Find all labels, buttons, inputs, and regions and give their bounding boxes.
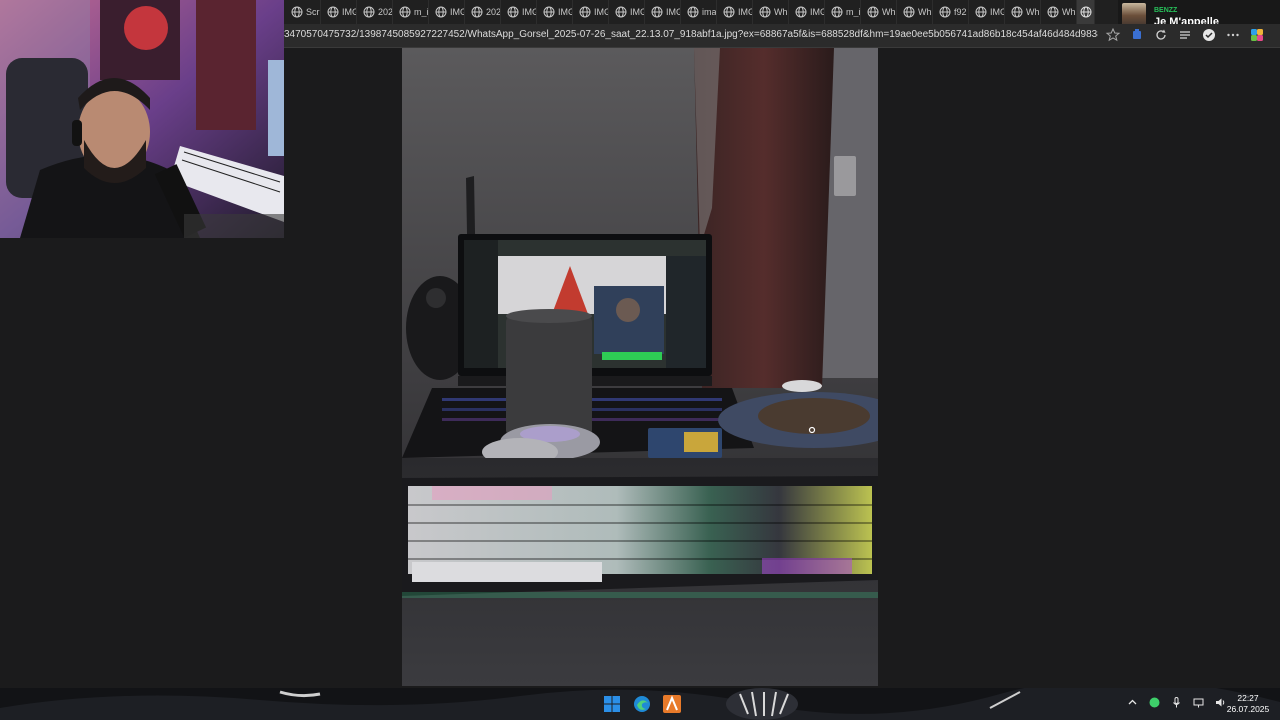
browser-tab[interactable]: Scr: [285, 0, 321, 24]
globe-icon: [867, 6, 879, 18]
globe-icon: [903, 6, 915, 18]
browser-tab[interactable]: Wh: [1041, 0, 1077, 24]
browser-tab[interactable]: 202: [357, 0, 393, 24]
tab-label: ima: [702, 7, 716, 17]
star-icon[interactable]: [1104, 26, 1122, 44]
tab-label: IMG: [342, 7, 356, 17]
app-icon[interactable]: [660, 692, 684, 716]
browser-tab[interactable]: m_i: [825, 0, 861, 24]
globe-icon: [939, 6, 951, 18]
tab-label: IMG: [810, 7, 824, 17]
browser-tab[interactable]: IMG: [501, 0, 537, 24]
tab-label: Wh: [1062, 7, 1076, 17]
tab-label: IMG: [666, 7, 680, 17]
globe-icon: [1080, 6, 1092, 18]
globe-icon: [1011, 6, 1023, 18]
browser-tab[interactable]: Wh: [897, 0, 933, 24]
globe-icon: [687, 6, 699, 18]
edge-icon[interactable]: [630, 692, 654, 716]
globe-icon: [615, 6, 627, 18]
status-dot-icon[interactable]: [1148, 696, 1161, 709]
shield-icon[interactable]: [1200, 26, 1218, 44]
tab-label: IMG: [990, 7, 1004, 17]
browser-tab[interactable]: IMG: [321, 0, 357, 24]
globe-icon: [471, 6, 483, 18]
globe-icon: [1047, 6, 1059, 18]
tab-label: f92: [954, 7, 967, 17]
extension-icon[interactable]: [1128, 26, 1146, 44]
globe-icon: [723, 6, 735, 18]
tab-label: IMG: [558, 7, 572, 17]
collections-icon[interactable]: [1176, 26, 1194, 44]
globe-icon: [507, 6, 519, 18]
globe-icon: [975, 6, 987, 18]
tab-label: IMG: [630, 7, 644, 17]
globe-icon: [291, 6, 303, 18]
tab-label: m_i: [414, 7, 428, 17]
browser-tab[interactable]: m_i: [393, 0, 429, 24]
network-icon[interactable]: [1192, 696, 1205, 709]
browser-tab[interactable]: 202: [465, 0, 501, 24]
browser-tab[interactable]: IMG: [789, 0, 825, 24]
url-text[interactable]: 3470570475732/1398745085927227452/WhatsA…: [284, 29, 1098, 40]
tab-label: Wh: [774, 7, 788, 17]
tab-label: 202: [378, 7, 392, 17]
taskbar: 22:27 26.07.2025: [0, 688, 1280, 720]
now-playing-artist: BENZZ: [1154, 6, 1178, 14]
browser-tab[interactable]: IMG: [609, 0, 645, 24]
tab-list: Scr IMG 202 m_i IMG 202 IMG IMG IMG IMG IMG ima IMG W…: [285, 0, 1095, 24]
globe-icon: [795, 6, 807, 18]
tab-label: IMG: [450, 7, 464, 17]
globe-icon: [831, 6, 843, 18]
browser-tab[interactable]: IMG: [969, 0, 1005, 24]
browser-tab[interactable]: IMG: [537, 0, 573, 24]
taskbar-apps: [600, 692, 684, 716]
active-tab[interactable]: [1077, 0, 1095, 24]
tab-label: IMG: [738, 7, 752, 17]
chevron-up-icon[interactable]: [1126, 696, 1139, 709]
globe-icon: [543, 6, 555, 18]
globe-icon: [435, 6, 447, 18]
browser-tab[interactable]: f92: [933, 0, 969, 24]
browser-tab[interactable]: IMG: [645, 0, 681, 24]
desk-photo[interactable]: [402, 48, 878, 686]
tab-label: Wh: [1026, 7, 1040, 17]
globe-icon: [759, 6, 771, 18]
tab-label: m_i: [846, 7, 860, 17]
clock-date: 26.07.2025: [1226, 704, 1270, 714]
globe-icon: [399, 6, 411, 18]
more-icon[interactable]: [1224, 26, 1242, 44]
tab-label: Scr: [306, 7, 320, 17]
browser-tab[interactable]: Wh: [1005, 0, 1041, 24]
copilot-icon[interactable]: [1248, 26, 1266, 44]
tab-label: Wh: [882, 7, 896, 17]
globe-icon: [327, 6, 339, 18]
microphone-icon[interactable]: [1170, 696, 1183, 709]
browser-tab[interactable]: IMG: [573, 0, 609, 24]
tab-label: IMG: [594, 7, 608, 17]
tab-label: IMG: [522, 7, 536, 17]
tab-label: Wh: [918, 7, 932, 17]
browser-tab[interactable]: IMG: [429, 0, 465, 24]
globe-icon: [363, 6, 375, 18]
refresh-icon[interactable]: [1152, 26, 1170, 44]
browser-tab[interactable]: ima: [681, 0, 717, 24]
browser-tab[interactable]: IMG: [717, 0, 753, 24]
tab-label: 202: [486, 7, 500, 17]
clock-time: 22:27: [1237, 693, 1259, 703]
globe-icon: [651, 6, 663, 18]
taskbar-clock[interactable]: 22:27 26.07.2025: [1222, 693, 1274, 715]
browser-tab[interactable]: Wh: [861, 0, 897, 24]
webcam-overlay: [0, 0, 284, 238]
system-tray: [1126, 696, 1227, 709]
globe-icon: [579, 6, 591, 18]
browser-toolbar: [1104, 26, 1266, 44]
windows-start-icon[interactable]: [600, 692, 624, 716]
browser-tab[interactable]: Wh: [753, 0, 789, 24]
